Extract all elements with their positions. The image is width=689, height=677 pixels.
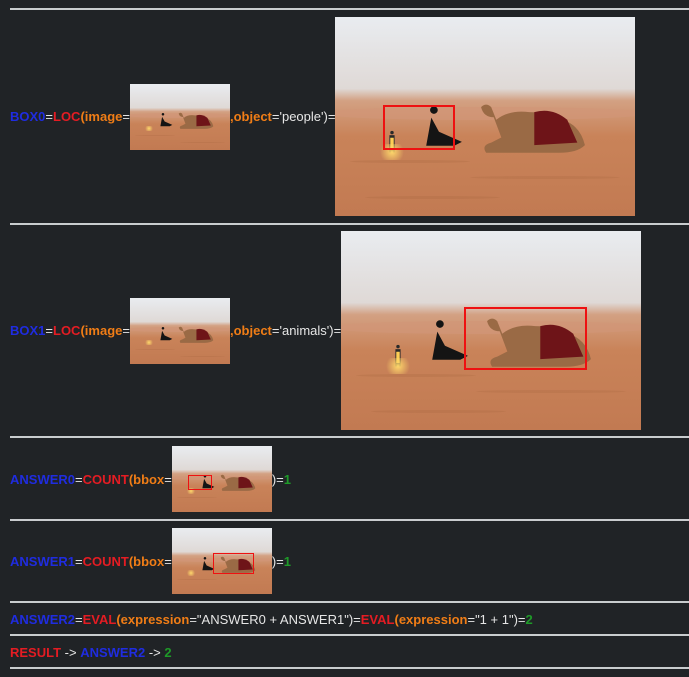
bounding-box [212, 553, 254, 575]
arrow: -> [61, 644, 81, 660]
camel-resting [178, 112, 214, 129]
program-step-answer0: ANSWER0 = COUNT ( bbox = )= 1 [10, 446, 291, 512]
equals-sign: = [271, 323, 280, 338]
close-and-equals: )= [513, 611, 526, 627]
separator-line [10, 223, 689, 225]
program-step-answer1: ANSWER1 = COUNT ( bbox = )= 1 [10, 528, 291, 594]
close-and-equals: )= [271, 553, 284, 569]
final-result-line: RESULT -> ANSWER2 -> 2 [10, 643, 172, 661]
variable-name: ANSWER1 [10, 553, 76, 569]
equals-sign: = [271, 109, 280, 124]
result-value: 2 [525, 611, 533, 627]
equals-sign: = [467, 611, 476, 627]
program-step-box1: BOX1 = LOC ( image = , object = 'animals… [10, 231, 642, 430]
function-name: EVAL [82, 611, 117, 627]
camel-resting [220, 474, 256, 491]
result-label: RESULT [10, 644, 62, 660]
result-value: 2 [164, 644, 172, 660]
separator-line [10, 634, 689, 636]
argument-value: "1 + 1" [475, 611, 514, 627]
equals-sign: = [164, 553, 172, 569]
camel-resting [178, 326, 214, 343]
equals-sign: = [189, 611, 197, 627]
program-step-box0: BOX0 = LOC ( image = , object = 'people'… [10, 17, 636, 216]
woman-sitting [160, 326, 173, 341]
separator-line [10, 601, 689, 603]
equals-sign: = [122, 323, 130, 338]
variable-name: BOX0 [10, 109, 46, 124]
argument-name: object [233, 109, 272, 124]
close-and-equals: )= [271, 471, 284, 487]
equals-sign: = [75, 471, 83, 487]
camel-resting [481, 104, 586, 153]
arrow: -> [145, 644, 165, 660]
separator-line [10, 519, 689, 521]
woman-sitting [160, 112, 173, 127]
variable-name: BOX1 [10, 323, 46, 338]
separator-line [10, 436, 689, 438]
close-and-equals: )= [348, 611, 361, 627]
input-image-thumbnail [129, 83, 230, 150]
bounding-box [187, 475, 212, 491]
variable-name: ANSWER0 [10, 471, 76, 487]
equals-sign: = [75, 611, 83, 627]
argument-name: image [84, 109, 123, 124]
result-value: 1 [283, 553, 291, 569]
function-name: EVAL [360, 611, 395, 627]
argument-value: "ANSWER0 + ANSWER1" [196, 611, 349, 627]
separator-line [10, 8, 689, 10]
variable-name: ANSWER2 [80, 644, 146, 660]
argument-name: bbox [133, 553, 165, 569]
argument-name: expression [120, 611, 190, 627]
program-step-answer2: ANSWER2 = EVAL ( expression = "ANSWER0 +… [10, 610, 533, 628]
equals-sign: = [75, 553, 83, 569]
argument-name: expression [398, 611, 468, 627]
argument-value: 'animals' [279, 323, 330, 338]
close-and-equals: )= [323, 109, 336, 124]
bounding-box [383, 104, 456, 151]
function-name: COUNT [82, 471, 129, 487]
separator-line [10, 667, 689, 669]
result-value: 1 [283, 471, 291, 487]
equals-sign: = [122, 109, 130, 124]
argument-name: object [233, 323, 272, 338]
output-image-people-box [335, 17, 636, 216]
function-name: COUNT [82, 553, 129, 569]
bbox-image-thumbnail [171, 446, 272, 512]
argument-name: bbox [133, 471, 165, 487]
argument-name: image [84, 323, 123, 338]
bounding-box [464, 306, 588, 371]
input-image-thumbnail [129, 297, 230, 364]
bbox-image-thumbnail [171, 528, 272, 594]
equals-sign: = [45, 323, 53, 338]
variable-name: ANSWER2 [10, 611, 76, 627]
close-and-equals: )= [329, 323, 342, 338]
equals-sign: = [164, 471, 172, 487]
equals-sign: = [45, 109, 53, 124]
function-name: LOC [53, 323, 81, 338]
function-name: LOC [53, 109, 81, 124]
argument-value: 'people' [279, 109, 324, 124]
output-image-animals-box [341, 231, 642, 430]
